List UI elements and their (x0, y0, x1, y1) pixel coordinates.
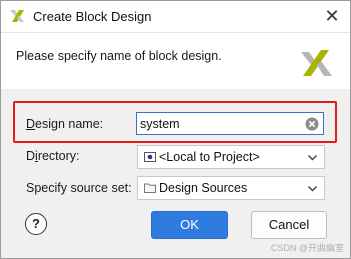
xilinx-logo-icon (301, 50, 332, 76)
design-name-input[interactable] (140, 115, 300, 132)
create-block-design-dialog: Create Block Design ✕ Please specify nam… (0, 0, 351, 259)
close-button[interactable]: ✕ (318, 3, 346, 29)
design-name-label: Design name: (26, 117, 104, 131)
help-button[interactable]: ? (25, 213, 47, 235)
chevron-down-icon (307, 185, 318, 192)
vivado-app-icon (10, 10, 24, 22)
ok-button[interactable]: OK (151, 211, 228, 239)
chevron-down-icon (307, 154, 318, 161)
title-bar: Create Block Design ✕ (1, 1, 350, 33)
folder-icon (144, 183, 156, 193)
dialog-header: Please specify name of block design. (1, 33, 350, 89)
source-set-value: Design Sources (159, 181, 248, 195)
source-set-select[interactable]: Design Sources (137, 176, 325, 200)
cancel-button[interactable]: Cancel (251, 211, 327, 239)
source-set-label: Specify source set: (26, 181, 132, 195)
clear-icon[interactable] (305, 117, 319, 131)
directory-value: <Local to Project> (159, 150, 260, 164)
directory-select[interactable]: <Local to Project> (137, 145, 325, 169)
close-icon: ✕ (324, 6, 340, 26)
design-name-field[interactable] (136, 112, 324, 135)
instruction-text: Please specify name of block design. (16, 49, 222, 63)
watermark: CSDN @开曲幽室 (270, 243, 344, 253)
directory-label: Directory: (26, 149, 80, 163)
local-project-icon (144, 152, 156, 162)
window-title: Create Block Design (33, 9, 152, 24)
